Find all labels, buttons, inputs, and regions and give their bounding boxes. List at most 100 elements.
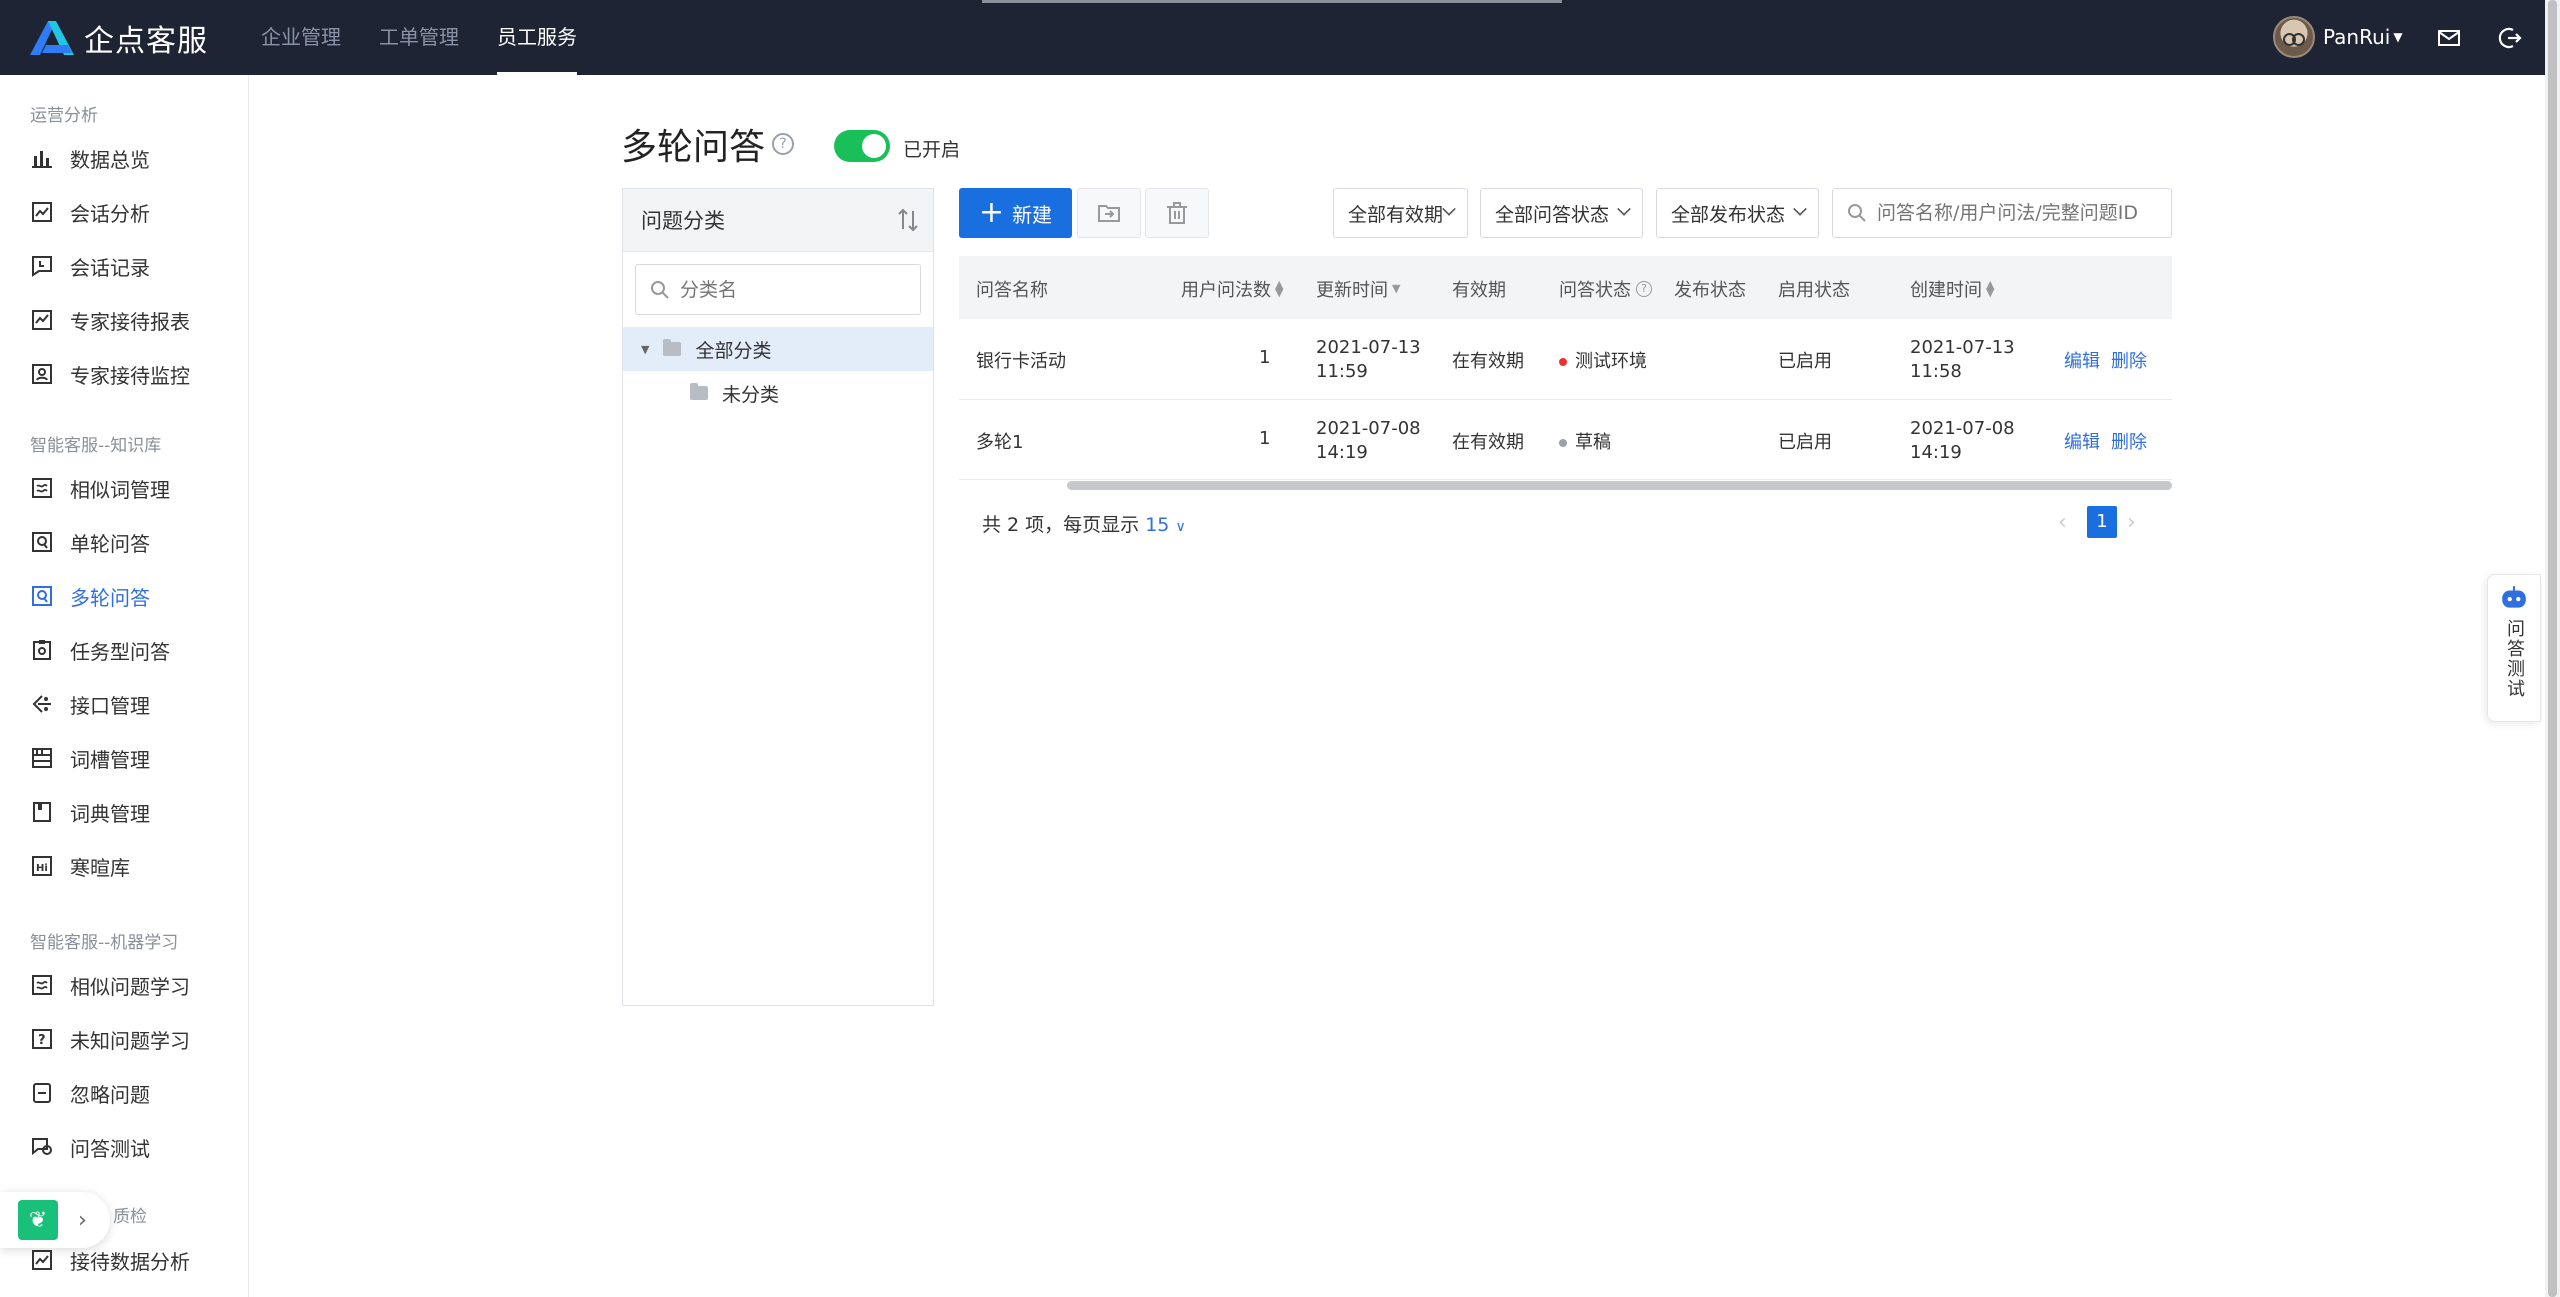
page-size-select[interactable]: 15 ∨ [1145, 514, 1185, 536]
sidebar-item-greeting[interactable]: Hi 寒暄库 [30, 846, 130, 886]
category-node-uncategorized[interactable]: 未分类 [623, 371, 933, 415]
page-number[interactable]: 1 [2087, 506, 2117, 538]
analysis-icon [30, 1248, 54, 1272]
status-dot [1559, 439, 1567, 447]
move-folder-icon [1098, 205, 1120, 222]
vertical-scrollbar[interactable] [2545, 0, 2560, 1297]
category-panel: 问题分类 ▼ 全部分类 未分类 [622, 188, 934, 1006]
qa-name[interactable]: 多轮1 [976, 428, 1023, 454]
column-header-updated[interactable]: 更新时间 ▼ [1316, 276, 1400, 302]
delete-button[interactable] [1145, 188, 1209, 238]
sidebar: 运营分析 数据总览 会话分析 会话记录 专家接待报表 专家接待监控 智能客服--… [0, 75, 249, 1297]
mail-icon[interactable] [2436, 25, 2462, 51]
sidebar-item-expert-report[interactable]: 专家接待报表 [30, 300, 190, 340]
logo[interactable]: 企点客服 [28, 18, 208, 59]
sort-icon[interactable] [895, 207, 921, 233]
column-header-publish-status: 发布状态 [1674, 280, 1746, 301]
scrollbar-thumb[interactable] [2548, 0, 2557, 1297]
qa-status-filter[interactable]: 全部问答状态 [1480, 188, 1643, 238]
sidebar-item-data-overview[interactable]: 数据总览 [30, 138, 150, 178]
nav-employee-service[interactable]: 员工服务 [497, 0, 577, 75]
sidebar-item-label: 专家接待监控 [70, 363, 190, 388]
qa-name[interactable]: 银行卡活动 [976, 347, 1066, 373]
nav-ticket-management[interactable]: 工单管理 [379, 0, 459, 75]
table-row[interactable]: 多轮1 1 2021-07-08 14:19 在有效期 草稿 已启用 2021-0… [959, 400, 2172, 480]
validity-filter[interactable]: 全部有效期 [1333, 188, 1468, 238]
sidebar-item-qa-test[interactable]: 问答测试 [30, 1127, 150, 1167]
sidebar-item-unknown-question-learning[interactable]: ? 未知问题学习 [30, 1019, 190, 1059]
sidebar-item-label: 任务型问答 [70, 639, 170, 664]
next-page-icon[interactable]: › [2127, 510, 2136, 535]
validity: 在有效期 [1452, 351, 1524, 372]
help-icon[interactable]: ? [1636, 281, 1652, 297]
sidebar-item-session-records[interactable]: 会话记录 [30, 246, 150, 286]
new-button[interactable]: + 新建 [959, 188, 1072, 238]
trash-icon [1167, 202, 1187, 224]
nav-enterprise-management[interactable]: 企业管理 [261, 0, 341, 75]
sidebar-group-title: 智能客服--知识库 [30, 436, 162, 456]
sort-desc-icon[interactable]: ▼ [1392, 283, 1400, 294]
delete-link[interactable]: 删除 [2111, 428, 2147, 454]
qa-test-widget[interactable]: 问答测试 [2487, 574, 2541, 722]
delete-link[interactable]: 删除 [2111, 347, 2147, 373]
sidebar-item-multi-qa[interactable]: 多轮问答 [30, 576, 150, 616]
page-title: 多轮问答 [621, 127, 766, 168]
table-row[interactable]: 银行卡活动 1 2021-07-13 11:59 在有效期 测试环境 已启用 20… [959, 320, 2172, 400]
edit-link[interactable]: 编辑 [2064, 347, 2100, 373]
greeting-icon: Hi [30, 854, 54, 878]
sidebar-item-slot-management[interactable]: 词槽管理 [30, 738, 150, 778]
chevron-down-icon [1793, 202, 1807, 216]
sidebar-item-label: 问答测试 [70, 1136, 150, 1161]
sidebar-item-session-analysis[interactable]: 会话分析 [30, 192, 150, 232]
sidebar-item-label: 词槽管理 [70, 747, 150, 772]
sidebar-item-task-qa[interactable]: 任务型问答 [30, 630, 170, 670]
category-search-input[interactable] [680, 278, 900, 301]
sidebar-item-api-management[interactable]: 接口管理 [30, 684, 150, 724]
user-menu[interactable]: PanRui ▼ [2273, 16, 2403, 58]
floating-helper[interactable]: ❦ › [0, 1192, 110, 1248]
sidebar-item-ignore-question[interactable]: 忽略问题 [30, 1073, 150, 1113]
sidebar-item-label: 专家接待报表 [70, 309, 190, 334]
sort-icon[interactable]: ▲ ▼ [1986, 279, 1994, 298]
slot-icon [30, 746, 54, 770]
enable-toggle[interactable] [834, 130, 890, 162]
chevron-right-icon[interactable]: › [78, 1208, 87, 1233]
filter-label: 全部问答状态 [1495, 203, 1610, 226]
sidebar-item-dictionary[interactable]: 词典管理 [30, 792, 150, 832]
column-header-created[interactable]: 创建时间 ▲ ▼ [1910, 276, 1994, 302]
category-node-all[interactable]: ▼ 全部分类 [623, 327, 933, 371]
toggle-label: 已开启 [903, 139, 961, 161]
sidebar-item-similar-words[interactable]: 相似词管理 [30, 468, 170, 508]
sidebar-item-label: 会话分析 [70, 201, 150, 226]
sort-icon[interactable]: ▲ ▼ [1275, 279, 1283, 298]
publish-status-filter[interactable]: 全部发布状态 [1656, 188, 1819, 238]
chevron-down-icon [1442, 202, 1456, 216]
created-time: 2021-07-08 14:19 [1910, 418, 2015, 463]
sidebar-item-single-qa[interactable]: 单轮问答 [30, 522, 150, 562]
caret-down-icon[interactable]: ▼ [641, 343, 649, 356]
sidebar-item-expert-monitor[interactable]: 专家接待监控 [30, 354, 190, 394]
bar-chart-icon [30, 146, 54, 170]
qa-count: 1 [1259, 347, 1271, 368]
api-icon [30, 692, 54, 716]
logout-icon[interactable] [2497, 25, 2523, 51]
horizontal-scrollbar[interactable] [1067, 481, 2172, 490]
help-icon[interactable]: ? [772, 133, 794, 155]
ignore-icon [30, 1081, 54, 1105]
column-header-count[interactable]: 用户问法数 ▲ ▼ [1181, 276, 1283, 302]
logo-text: 企点客服 [84, 24, 208, 59]
qa-search-input[interactable] [1877, 202, 2167, 224]
sidebar-item-label: 数据总览 [70, 147, 150, 172]
qa-search[interactable] [1832, 188, 2172, 238]
search-icon [1848, 204, 1866, 222]
sidebar-item-similar-question-learning[interactable]: 相似问题学习 [30, 965, 190, 1005]
category-search[interactable] [635, 264, 921, 315]
move-button[interactable] [1077, 188, 1141, 238]
edit-link[interactable]: 编辑 [2064, 428, 2100, 454]
widget-label: 问答测试 [2504, 619, 2525, 699]
sidebar-item-label: 会话记录 [70, 255, 150, 280]
task-qa-icon [30, 638, 54, 662]
prev-page-icon[interactable]: ‹ [2058, 510, 2067, 535]
filter-label: 全部发布状态 [1671, 203, 1786, 226]
helper-icon: ❦ [18, 1200, 58, 1240]
